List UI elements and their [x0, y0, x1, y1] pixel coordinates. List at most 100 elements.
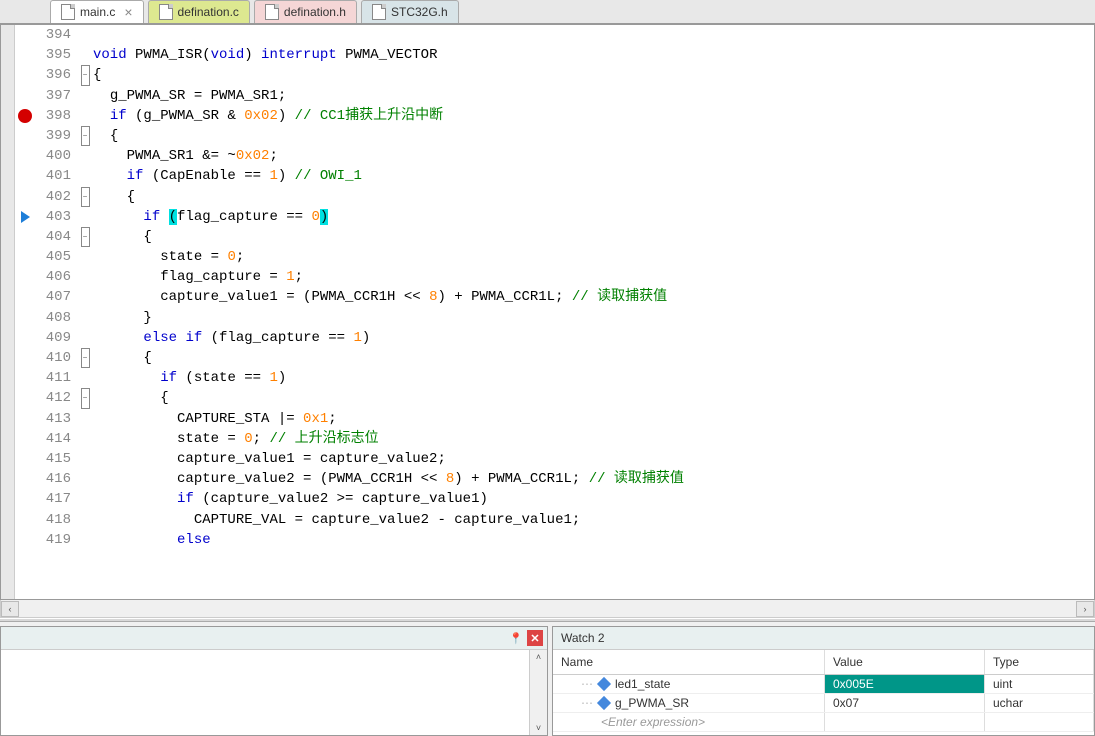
- marker-slot[interactable]: [15, 86, 35, 106]
- panel-divider[interactable]: [0, 618, 1095, 622]
- marker-slot[interactable]: [15, 45, 35, 65]
- marker-slot[interactable]: [15, 429, 35, 449]
- code-line[interactable]: else if (flag_capture == 1): [93, 328, 1094, 348]
- header-name[interactable]: Name: [553, 650, 825, 674]
- marker-slot[interactable]: [15, 166, 35, 186]
- scroll-up-button[interactable]: ˄: [536, 652, 541, 662]
- code-line[interactable]: if (capture_value2 >= capture_value1): [93, 489, 1094, 509]
- close-icon[interactable]: ✕: [527, 630, 543, 646]
- code-line[interactable]: else: [93, 530, 1094, 550]
- code-line[interactable]: [93, 25, 1094, 45]
- watch-enter-row[interactable]: <Enter expression>: [553, 713, 1094, 732]
- tab-main-c[interactable]: main.c ×: [50, 0, 144, 23]
- tab-defination-c[interactable]: defination.c: [148, 0, 250, 23]
- code-line[interactable]: capture_value2 = (PWMA_CCR1H << 8) + PWM…: [93, 469, 1094, 489]
- code-line[interactable]: state = 0; // 上升沿标志位: [93, 429, 1094, 449]
- marker-slot[interactable]: [15, 489, 35, 509]
- fold-slot[interactable]: [77, 86, 93, 106]
- fold-slot[interactable]: −: [77, 126, 93, 146]
- fold-slot[interactable]: [77, 429, 93, 449]
- marker-slot[interactable]: [15, 106, 35, 126]
- code-line[interactable]: capture_value1 = (PWMA_CCR1H << 8) + PWM…: [93, 287, 1094, 307]
- marker-slot[interactable]: [15, 328, 35, 348]
- fold-slot[interactable]: [77, 146, 93, 166]
- marker-slot[interactable]: [15, 510, 35, 530]
- fold-slot[interactable]: −: [77, 348, 93, 368]
- header-value[interactable]: Value: [825, 650, 985, 674]
- code-line[interactable]: {: [93, 126, 1094, 146]
- code-line[interactable]: if (CapEnable == 1) // OWI_1: [93, 166, 1094, 186]
- vertical-scrollbar[interactable]: ˄ ˅: [529, 650, 547, 735]
- tab-defination-h[interactable]: defination.h: [254, 0, 357, 23]
- code-line[interactable]: g_PWMA_SR = PWMA_SR1;: [93, 86, 1094, 106]
- marker-slot[interactable]: [15, 187, 35, 207]
- scroll-left-button[interactable]: ‹: [1, 601, 19, 617]
- pin-icon[interactable]: 📍: [509, 631, 523, 645]
- marker-slot[interactable]: [15, 267, 35, 287]
- fold-slot[interactable]: [77, 106, 93, 126]
- scroll-down-button[interactable]: ˅: [536, 723, 541, 733]
- code-line[interactable]: }: [93, 308, 1094, 328]
- code-line[interactable]: void PWMA_ISR(void) interrupt PWMA_VECTO…: [93, 45, 1094, 65]
- watch-row[interactable]: ⋯ g_PWMA_SR0x07uchar: [553, 694, 1094, 713]
- fold-slot[interactable]: −: [77, 65, 93, 85]
- scroll-right-button[interactable]: ›: [1076, 601, 1094, 617]
- scroll-track[interactable]: [19, 601, 1076, 617]
- watch-value-cell[interactable]: 0x07: [825, 694, 985, 712]
- marker-slot[interactable]: [15, 25, 35, 45]
- fold-slot[interactable]: [77, 45, 93, 65]
- marker-slot[interactable]: [15, 308, 35, 328]
- marker-column[interactable]: [15, 25, 35, 599]
- fold-slot[interactable]: [77, 166, 93, 186]
- marker-slot[interactable]: [15, 287, 35, 307]
- fold-slot[interactable]: [77, 247, 93, 267]
- code-line[interactable]: flag_capture = 1;: [93, 267, 1094, 287]
- marker-slot[interactable]: [15, 348, 35, 368]
- code-line[interactable]: {: [93, 227, 1094, 247]
- fold-slot[interactable]: [77, 267, 93, 287]
- code-line[interactable]: state = 0;: [93, 247, 1094, 267]
- horizontal-scrollbar[interactable]: ‹ ›: [0, 600, 1095, 618]
- watch-value-cell[interactable]: 0x005E: [825, 675, 985, 693]
- tab-stc32g-h[interactable]: STC32G.h: [361, 0, 459, 23]
- code-line[interactable]: capture_value1 = capture_value2;: [93, 449, 1094, 469]
- fold-slot[interactable]: −: [77, 187, 93, 207]
- code-line[interactable]: if (state == 1): [93, 368, 1094, 388]
- fold-slot[interactable]: [77, 489, 93, 509]
- fold-slot[interactable]: −: [77, 388, 93, 408]
- fold-slot[interactable]: [77, 368, 93, 388]
- code-line[interactable]: {: [93, 187, 1094, 207]
- header-type[interactable]: Type: [985, 650, 1094, 674]
- fold-slot[interactable]: [77, 287, 93, 307]
- watch-row[interactable]: ⋯ led1_state0x005Euint: [553, 675, 1094, 694]
- marker-slot[interactable]: [15, 65, 35, 85]
- marker-slot[interactable]: [15, 449, 35, 469]
- code-line[interactable]: CAPTURE_VAL = capture_value2 - capture_v…: [93, 510, 1094, 530]
- code-line[interactable]: if (g_PWMA_SR & 0x02) // CC1捕获上升沿中断: [93, 106, 1094, 126]
- fold-column[interactable]: − − − − − −: [77, 25, 93, 599]
- marker-slot[interactable]: [15, 530, 35, 550]
- marker-slot[interactable]: [15, 227, 35, 247]
- code-line[interactable]: CAPTURE_STA |= 0x1;: [93, 409, 1094, 429]
- fold-slot[interactable]: [77, 207, 93, 227]
- marker-slot[interactable]: [15, 126, 35, 146]
- fold-slot[interactable]: [77, 25, 93, 45]
- fold-slot[interactable]: [77, 530, 93, 550]
- marker-slot[interactable]: [15, 247, 35, 267]
- code-line[interactable]: {: [93, 388, 1094, 408]
- marker-slot[interactable]: [15, 388, 35, 408]
- code-line[interactable]: if (flag_capture == 0): [93, 207, 1094, 227]
- code-area[interactable]: void PWMA_ISR(void) interrupt PWMA_VECTO…: [93, 25, 1094, 599]
- marker-slot[interactable]: [15, 409, 35, 429]
- fold-slot[interactable]: −: [77, 227, 93, 247]
- code-line[interactable]: {: [93, 65, 1094, 85]
- marker-slot[interactable]: [15, 146, 35, 166]
- fold-slot[interactable]: [77, 328, 93, 348]
- fold-slot[interactable]: [77, 469, 93, 489]
- close-icon[interactable]: ×: [124, 5, 132, 19]
- fold-slot[interactable]: [77, 409, 93, 429]
- fold-slot[interactable]: [77, 510, 93, 530]
- fold-slot[interactable]: [77, 449, 93, 469]
- marker-slot[interactable]: [15, 368, 35, 388]
- code-line[interactable]: {: [93, 348, 1094, 368]
